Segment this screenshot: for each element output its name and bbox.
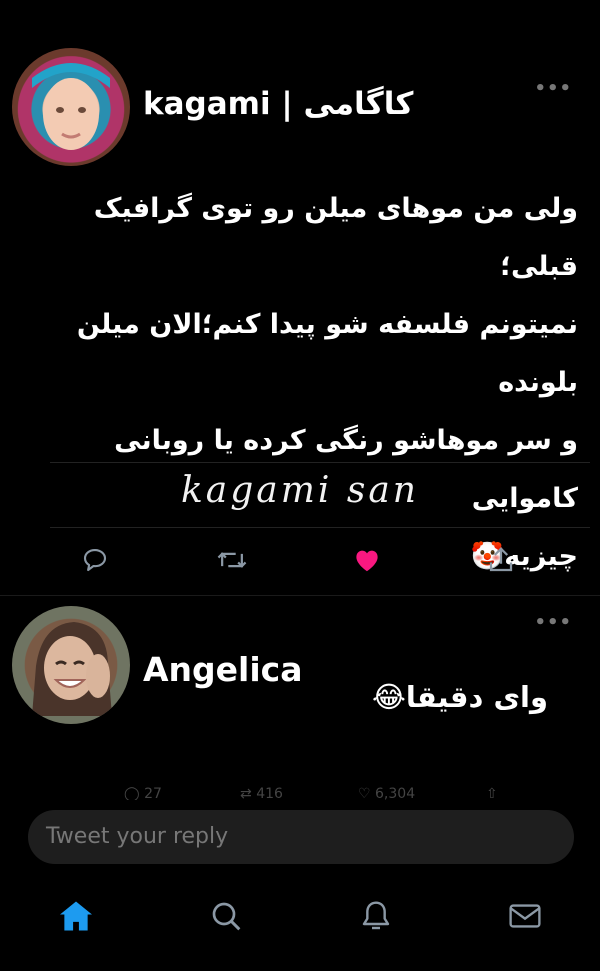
avatar-face-icon [32, 63, 110, 150]
messages-icon [509, 904, 541, 928]
nav-notifications[interactable] [360, 900, 392, 936]
notifications-icon [362, 901, 390, 930]
reply-button[interactable] [80, 545, 110, 579]
tweet-text-line: نمیتونم فلسفه شو پیدا کنم؛الان میلن بلون… [76, 309, 578, 398]
tweet-text-line: ولی من موهای میلن رو توی گرافیک قبلی؛ [93, 193, 578, 282]
display-name[interactable]: kagami | کاگامی [143, 86, 413, 122]
like-button[interactable] [351, 545, 383, 579]
like-count-value: 6,304 [375, 786, 416, 800]
divider [50, 527, 590, 528]
share-button[interactable] [486, 544, 516, 580]
home-icon [60, 901, 92, 931]
reply-count[interactable]: ◯ 27 [124, 786, 162, 800]
signature-watermark: kagami san [180, 470, 419, 511]
retweet-button[interactable] [216, 545, 248, 579]
heart-icon [356, 550, 378, 572]
share-count[interactable]: ⇧ [486, 786, 498, 800]
avatar[interactable] [12, 48, 130, 166]
more-options-icon[interactable]: ••• [534, 612, 572, 633]
reply-count-value: 27 [144, 786, 162, 800]
more-options-icon[interactable]: ••• [534, 78, 572, 99]
share-icon [489, 547, 513, 572]
like-count[interactable]: ♡ 6,304 [358, 786, 415, 800]
search-icon [212, 902, 241, 931]
retweet-icon [217, 552, 247, 568]
reply-input[interactable]: Tweet your reply [28, 810, 574, 864]
retweet-count[interactable]: ⇄ 416 [240, 786, 283, 800]
avatar-face-icon [32, 622, 112, 716]
nav-home[interactable] [58, 900, 94, 936]
nav-search[interactable] [210, 900, 242, 936]
nav-messages[interactable] [508, 900, 542, 936]
tweet-text: ولی من موهای میلن رو توی گرافیک قبلی؛ نم… [18, 180, 578, 586]
reply-icon [83, 548, 107, 572]
divider [50, 462, 590, 463]
avatar[interactable] [12, 606, 130, 724]
laughing-emoji: 😂 [372, 680, 406, 714]
reply-stats: ◯ 27 ⇄ 416 ♡ 6,304 ⇧ [0, 780, 600, 800]
display-name[interactable]: Angelica [143, 650, 303, 689]
divider [0, 595, 600, 596]
reply-text: وای دقیقا😂 [372, 680, 548, 714]
retweet-count-value: 416 [256, 786, 283, 800]
reply-text-body: وای دقیقا [405, 680, 549, 714]
